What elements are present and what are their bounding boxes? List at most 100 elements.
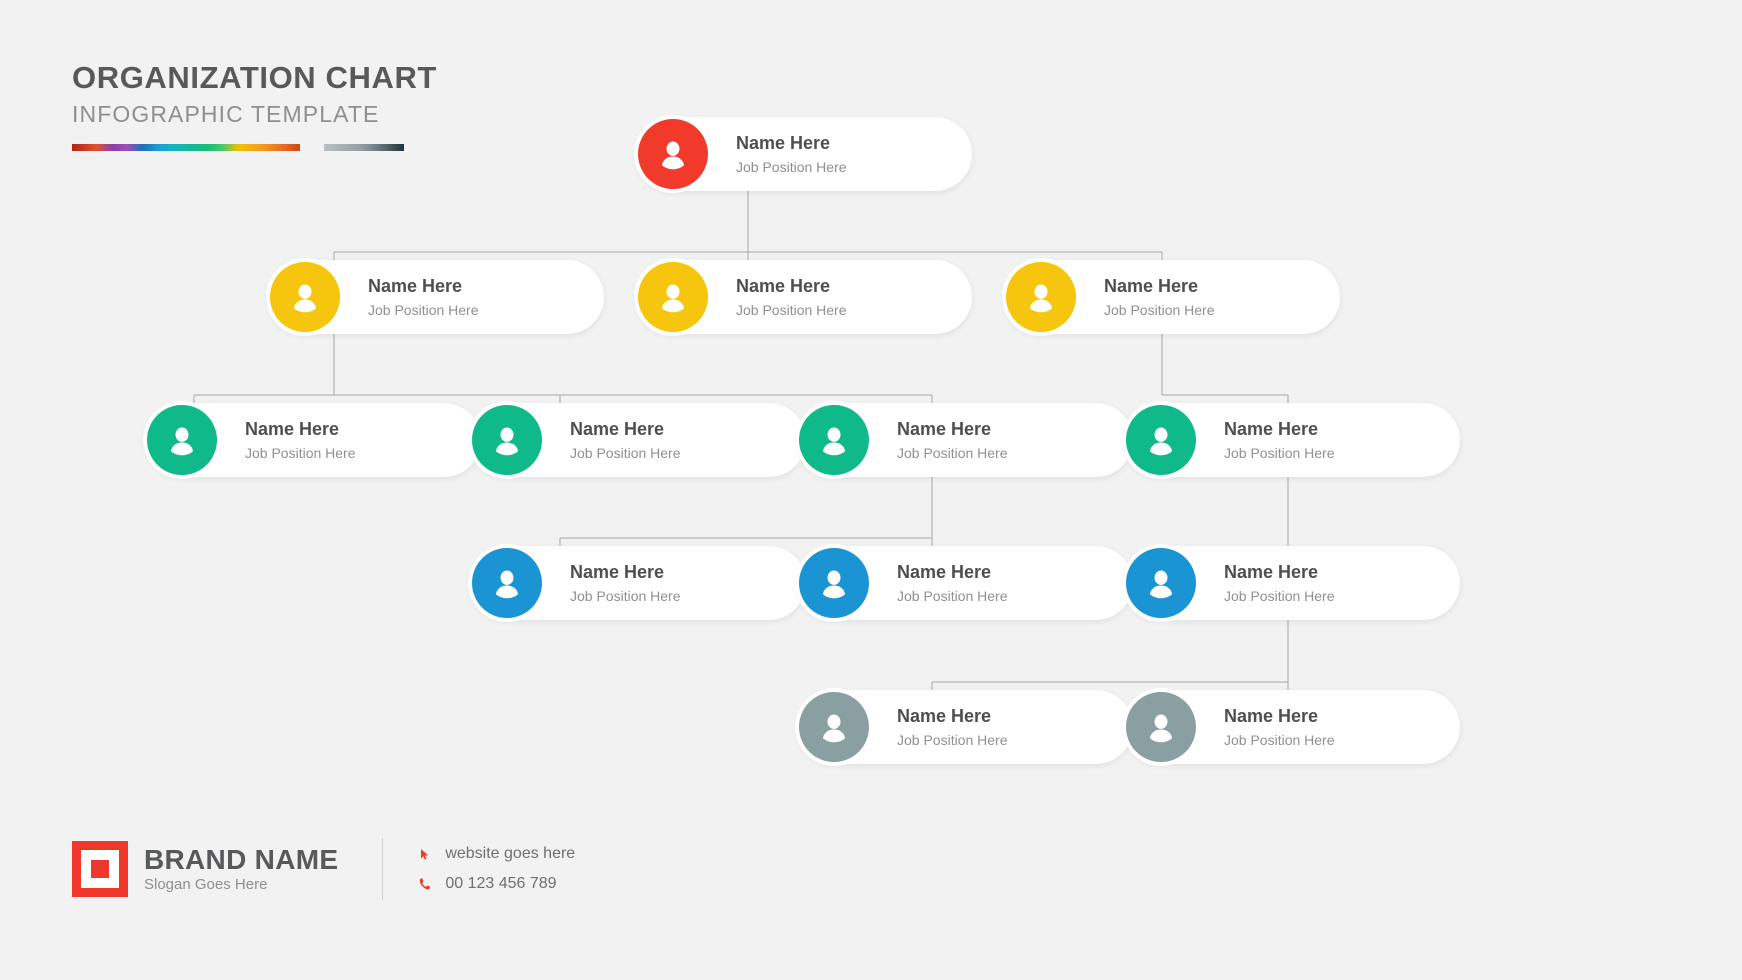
organization-chart-infographic: ORGANIZATION CHART INFOGRAPHIC TEMPLATE bbox=[0, 0, 1742, 980]
node-role: Job Position Here bbox=[897, 587, 1008, 604]
node-role: Job Position Here bbox=[368, 301, 479, 318]
person-icon bbox=[472, 548, 542, 618]
avatar bbox=[1002, 258, 1080, 336]
person-icon bbox=[472, 405, 542, 475]
org-node[interactable]: Name Here Job Position Here bbox=[468, 401, 806, 479]
avatar bbox=[468, 544, 546, 622]
node-name: Name Here bbox=[897, 706, 992, 727]
node-text: Name Here Job Position Here bbox=[368, 275, 479, 319]
node-text: Name Here Job Position Here bbox=[897, 705, 1008, 749]
avatar bbox=[1122, 688, 1200, 766]
contact-row-phone[interactable]: 00 123 456 789 bbox=[417, 875, 575, 893]
avatar bbox=[468, 401, 546, 479]
org-node[interactable]: Name Here Job Position Here bbox=[634, 258, 972, 336]
person-icon bbox=[638, 119, 708, 189]
node-name: Name Here bbox=[897, 419, 992, 440]
node-text: Name Here Job Position Here bbox=[736, 132, 847, 176]
org-node[interactable]: Name Here Job Position Here bbox=[1002, 258, 1340, 336]
avatar bbox=[143, 401, 221, 479]
org-node[interactable]: Name Here Job Position Here bbox=[468, 544, 806, 622]
node-role: Job Position Here bbox=[1224, 444, 1335, 461]
node-text: Name Here Job Position Here bbox=[736, 275, 847, 319]
page-subtitle: INFOGRAPHIC TEMPLATE bbox=[72, 100, 380, 127]
avatar bbox=[795, 401, 873, 479]
node-name: Name Here bbox=[1224, 706, 1319, 727]
person-icon bbox=[799, 405, 869, 475]
person-icon bbox=[1126, 548, 1196, 618]
node-text: Name Here Job Position Here bbox=[245, 418, 356, 462]
org-node[interactable]: Name Here Job Position Here bbox=[266, 258, 604, 336]
org-node[interactable]: Name Here Job Position Here bbox=[1122, 688, 1460, 766]
person-icon bbox=[270, 262, 340, 332]
node-text: Name Here Job Position Here bbox=[1224, 561, 1335, 605]
node-role: Job Position Here bbox=[570, 587, 681, 604]
avatar bbox=[795, 544, 873, 622]
node-role: Job Position Here bbox=[1224, 731, 1335, 748]
node-name: Name Here bbox=[1104, 276, 1199, 297]
avatar bbox=[634, 115, 712, 193]
avatar bbox=[795, 688, 873, 766]
node-role: Job Position Here bbox=[736, 301, 847, 318]
brand-name: BRAND NAME bbox=[144, 843, 339, 875]
node-name: Name Here bbox=[736, 276, 831, 297]
node-role: Job Position Here bbox=[1104, 301, 1215, 318]
accent-bars bbox=[72, 143, 437, 151]
phone-icon bbox=[417, 876, 433, 892]
cursor-pointer-icon bbox=[417, 846, 433, 862]
brand-text: BRAND NAME Slogan Goes Here bbox=[144, 843, 339, 894]
node-name: Name Here bbox=[1224, 562, 1319, 583]
avatar bbox=[266, 258, 344, 336]
person-icon bbox=[1006, 262, 1076, 332]
person-icon bbox=[638, 262, 708, 332]
org-node[interactable]: Name Here Job Position Here bbox=[795, 401, 1133, 479]
node-name: Name Here bbox=[570, 562, 665, 583]
org-node[interactable]: Name Here Job Position Here bbox=[795, 544, 1133, 622]
node-text: Name Here Job Position Here bbox=[897, 418, 1008, 462]
node-text: Name Here Job Position Here bbox=[897, 561, 1008, 605]
node-name: Name Here bbox=[1224, 419, 1319, 440]
page-title: ORGANIZATION CHART bbox=[72, 60, 437, 95]
node-text: Name Here Job Position Here bbox=[570, 561, 681, 605]
node-name: Name Here bbox=[368, 276, 463, 297]
contact-block: website goes here 00 123 456 789 bbox=[417, 845, 575, 893]
node-text: Name Here Job Position Here bbox=[1224, 418, 1335, 462]
footer-divider bbox=[382, 838, 384, 900]
brand-logo-inner bbox=[81, 850, 119, 888]
org-node[interactable]: Name Here Job Position Here bbox=[634, 115, 972, 193]
org-node[interactable]: Name Here Job Position Here bbox=[795, 688, 1133, 766]
person-icon bbox=[799, 692, 869, 762]
website-label: website goes here bbox=[445, 845, 576, 862]
accent-bar-rainbow bbox=[72, 143, 300, 151]
org-node[interactable]: Name Here Job Position Here bbox=[1122, 544, 1460, 622]
node-role: Job Position Here bbox=[570, 444, 681, 461]
avatar bbox=[634, 258, 712, 336]
phone-label: 00 123 456 789 bbox=[445, 875, 557, 892]
node-role: Job Position Here bbox=[1224, 587, 1335, 604]
node-text: Name Here Job Position Here bbox=[1104, 275, 1215, 319]
avatar bbox=[1122, 401, 1200, 479]
node-role: Job Position Here bbox=[897, 731, 1008, 748]
person-icon bbox=[1126, 405, 1196, 475]
header: ORGANIZATION CHART INFOGRAPHIC TEMPLATE bbox=[72, 60, 437, 151]
brand-slogan: Slogan Goes Here bbox=[144, 876, 268, 894]
org-node[interactable]: Name Here Job Position Here bbox=[143, 401, 481, 479]
node-role: Job Position Here bbox=[736, 158, 847, 175]
avatar bbox=[1122, 544, 1200, 622]
brand-logo-core bbox=[91, 860, 109, 878]
contact-row-website[interactable]: website goes here bbox=[417, 845, 575, 863]
node-text: Name Here Job Position Here bbox=[570, 418, 681, 462]
node-text: Name Here Job Position Here bbox=[1224, 705, 1335, 749]
brand-logo-icon bbox=[72, 841, 128, 897]
node-name: Name Here bbox=[570, 419, 665, 440]
org-node[interactable]: Name Here Job Position Here bbox=[1122, 401, 1460, 479]
footer: BRAND NAME Slogan Goes Here website goes… bbox=[72, 838, 575, 900]
node-name: Name Here bbox=[736, 133, 831, 154]
node-role: Job Position Here bbox=[897, 444, 1008, 461]
person-icon bbox=[1126, 692, 1196, 762]
node-name: Name Here bbox=[897, 562, 992, 583]
node-role: Job Position Here bbox=[245, 444, 356, 461]
person-icon bbox=[799, 548, 869, 618]
person-icon bbox=[147, 405, 217, 475]
accent-bar-gray bbox=[324, 143, 404, 151]
node-name: Name Here bbox=[245, 419, 340, 440]
